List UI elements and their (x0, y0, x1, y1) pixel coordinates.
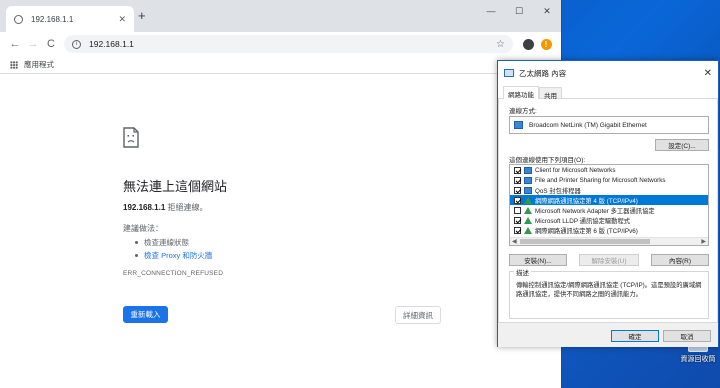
forward-button[interactable]: → (24, 38, 42, 50)
tab-title: 192.168.1.1 (31, 14, 74, 24)
ethernet-properties-dialog: 乙太網路 內容 ✕ 網路功能 共用 連線方式: Broadcom NetLink… (497, 60, 719, 347)
component-label: 網際網路通訊協定第 6 版 (TCP/IPv6) (535, 227, 638, 235)
scroll-right-icon[interactable]: ▶ (701, 238, 706, 245)
component-item[interactable]: Microsoft LLDP 通訊協定驅動程式 (510, 215, 708, 225)
component-checkbox[interactable] (514, 176, 521, 184)
network-icon (524, 176, 532, 184)
component-label: Microsoft LLDP 通訊協定驅動程式 (535, 217, 631, 225)
update-icon: ! (540, 38, 552, 50)
maximize-button[interactable]: ☐ (505, 0, 533, 22)
scroll-left-icon[interactable]: ◀ (512, 238, 517, 245)
address-url[interactable]: 192.168.1.1 (89, 39, 496, 49)
dialog-body: 連線方式: Broadcom NetLink (TM) Gigabit Ethe… (498, 99, 718, 323)
suggestion-check-proxy: 檢查 Proxy 和防火牆 (135, 249, 212, 262)
component-item[interactable]: Client for Microsoft Networks (510, 165, 708, 175)
component-list[interactable]: Client for Microsoft Networks File and Pr… (509, 164, 709, 246)
dialog-close-button[interactable]: ✕ (704, 68, 712, 79)
nic-icon (514, 121, 523, 129)
properties-button[interactable]: 內容(R) (651, 254, 709, 266)
bookmarks-bar: 應用程式 (0, 56, 561, 74)
update-button[interactable]: ! (537, 38, 555, 50)
uninstall-button[interactable]: 解除安裝(U) (579, 254, 639, 266)
connect-using-label: 連線方式: (509, 108, 537, 115)
items-label: 這個連線使用下列項目(O): (509, 157, 586, 164)
component-label: Client for Microsoft Networks (535, 166, 616, 174)
component-item[interactable]: Microsoft Network Adapter 多工器通訊協定 (510, 205, 708, 215)
protocol-icon (524, 226, 532, 234)
info-icon[interactable]: i (72, 39, 81, 49)
bookmark-star-icon[interactable]: ☆ (496, 39, 505, 50)
adapter-field: Broadcom NetLink (TM) Gigabit Ethernet (509, 116, 709, 134)
install-button[interactable]: 安裝(N)... (509, 254, 567, 266)
component-label: File and Printer Sharing for Microsoft N… (535, 176, 666, 184)
bookmark-apps[interactable]: 應用程式 (24, 59, 54, 70)
error-host-message: 192.168.1.1 拒絕連線。 (123, 202, 208, 213)
apps-grid-icon (10, 60, 18, 69)
description-group: 描述 傳輸控制通訊協定/網際網路通訊協定 (TCP/IP)。這是預設的廣域網路通… (509, 267, 709, 319)
reload-icon-button[interactable]: C (42, 38, 60, 50)
protocol-icon (524, 206, 532, 214)
details-button[interactable]: 詳細資訊 (395, 306, 441, 324)
component-label: QoS 封包排程器 (535, 187, 581, 195)
error-title: 無法連上這個網站 (123, 179, 228, 194)
address-bar[interactable]: i 192.168.1.1 ☆ (64, 35, 513, 53)
component-label: 網際網路通訊協定第 4 版 (TCP/IPv4) (535, 197, 638, 205)
component-checkbox[interactable] (514, 186, 521, 194)
component-checkbox[interactable] (514, 216, 521, 224)
dialog-tabs: 網路功能 共用 (498, 85, 718, 100)
error-host: 192.168.1.1 (123, 203, 166, 212)
component-checkbox[interactable] (514, 226, 521, 234)
component-item[interactable]: QoS 封包排程器 (510, 185, 708, 195)
network-adapter-icon (504, 69, 514, 77)
dialog-title: 乙太網路 內容 (519, 68, 567, 78)
back-button[interactable]: ← (6, 38, 24, 50)
description-legend: 描述 (514, 267, 531, 277)
new-tab-button[interactable]: + (138, 8, 146, 23)
browser-window: 192.168.1.1 ✕ + — ☐ ✕ ← → C i 192.168.1.… (0, 0, 562, 388)
close-window-button[interactable]: ✕ (533, 0, 561, 22)
ok-button[interactable]: 確定 (611, 330, 659, 342)
suggest-heading: 建議做法： (123, 224, 163, 233)
sad-page-icon (123, 127, 139, 148)
tab-networking[interactable]: 網路功能 (503, 86, 539, 100)
tab-close-button[interactable]: ✕ (118, 14, 126, 25)
description-text: 傳輸控制通訊協定/網際網路通訊協定 (TCP/IP)。這是預設的廣域網路通訊協定… (516, 282, 702, 298)
globe-icon (14, 14, 23, 24)
protocol-icon (524, 216, 532, 224)
tab-strip: 192.168.1.1 ✕ + — ☐ ✕ (0, 0, 561, 32)
reload-button[interactable]: 重新載入 (123, 306, 168, 323)
configure-button[interactable]: 設定(C)... (655, 139, 709, 151)
tab-sharing[interactable]: 共用 (539, 87, 562, 100)
scrollbar-thumb[interactable] (520, 239, 650, 244)
component-item[interactable]: 網際網路通訊協定第 4 版 (TCP/IPv4) (510, 195, 708, 205)
protocol-icon (524, 196, 532, 204)
browser-tab[interactable]: 192.168.1.1 ✕ (6, 6, 134, 32)
horizontal-scrollbar[interactable]: ◀ ▶ (510, 237, 708, 245)
recycle-bin-label: 資源回收筒 (680, 356, 716, 363)
minimize-button[interactable]: — (477, 0, 505, 22)
component-checkbox[interactable] (514, 166, 521, 174)
network-icon (524, 166, 532, 174)
suggestion-check-connection: 檢查連線狀態 (135, 236, 212, 249)
component-checkbox[interactable] (514, 196, 521, 204)
suggestion-list: 檢查連線狀態 檢查 Proxy 和防火牆 (135, 236, 212, 262)
component-label: Microsoft Network Adapter 多工器通訊協定 (535, 207, 655, 215)
cancel-button[interactable]: 取消 (663, 330, 711, 342)
component-item[interactable]: File and Printer Sharing for Microsoft N… (510, 175, 708, 185)
error-code: ERR_CONNECTION_REFUSED (123, 270, 224, 277)
component-item[interactable]: 網際網路通訊協定第 6 版 (TCP/IPv6) (510, 225, 708, 235)
error-page: 無法連上這個網站 192.168.1.1 拒絕連線。 建議做法： 檢查連線狀態 … (0, 75, 561, 388)
error-host-text: 拒絕連線。 (165, 203, 208, 212)
check-proxy-link[interactable]: 檢查 Proxy 和防火牆 (144, 251, 212, 260)
window-controls: — ☐ ✕ (477, 0, 561, 22)
dialog-footer: 確定 取消 (498, 323, 718, 347)
network-icon (524, 186, 532, 194)
profile-button[interactable] (519, 38, 537, 50)
adapter-name: Broadcom NetLink (TM) Gigabit Ethernet (529, 121, 647, 129)
browser-toolbar: ← → C i 192.168.1.1 ☆ ! (0, 32, 561, 56)
avatar-icon (522, 38, 534, 50)
dialog-title-bar[interactable]: 乙太網路 內容 ✕ (498, 61, 718, 85)
component-checkbox[interactable] (514, 206, 521, 214)
